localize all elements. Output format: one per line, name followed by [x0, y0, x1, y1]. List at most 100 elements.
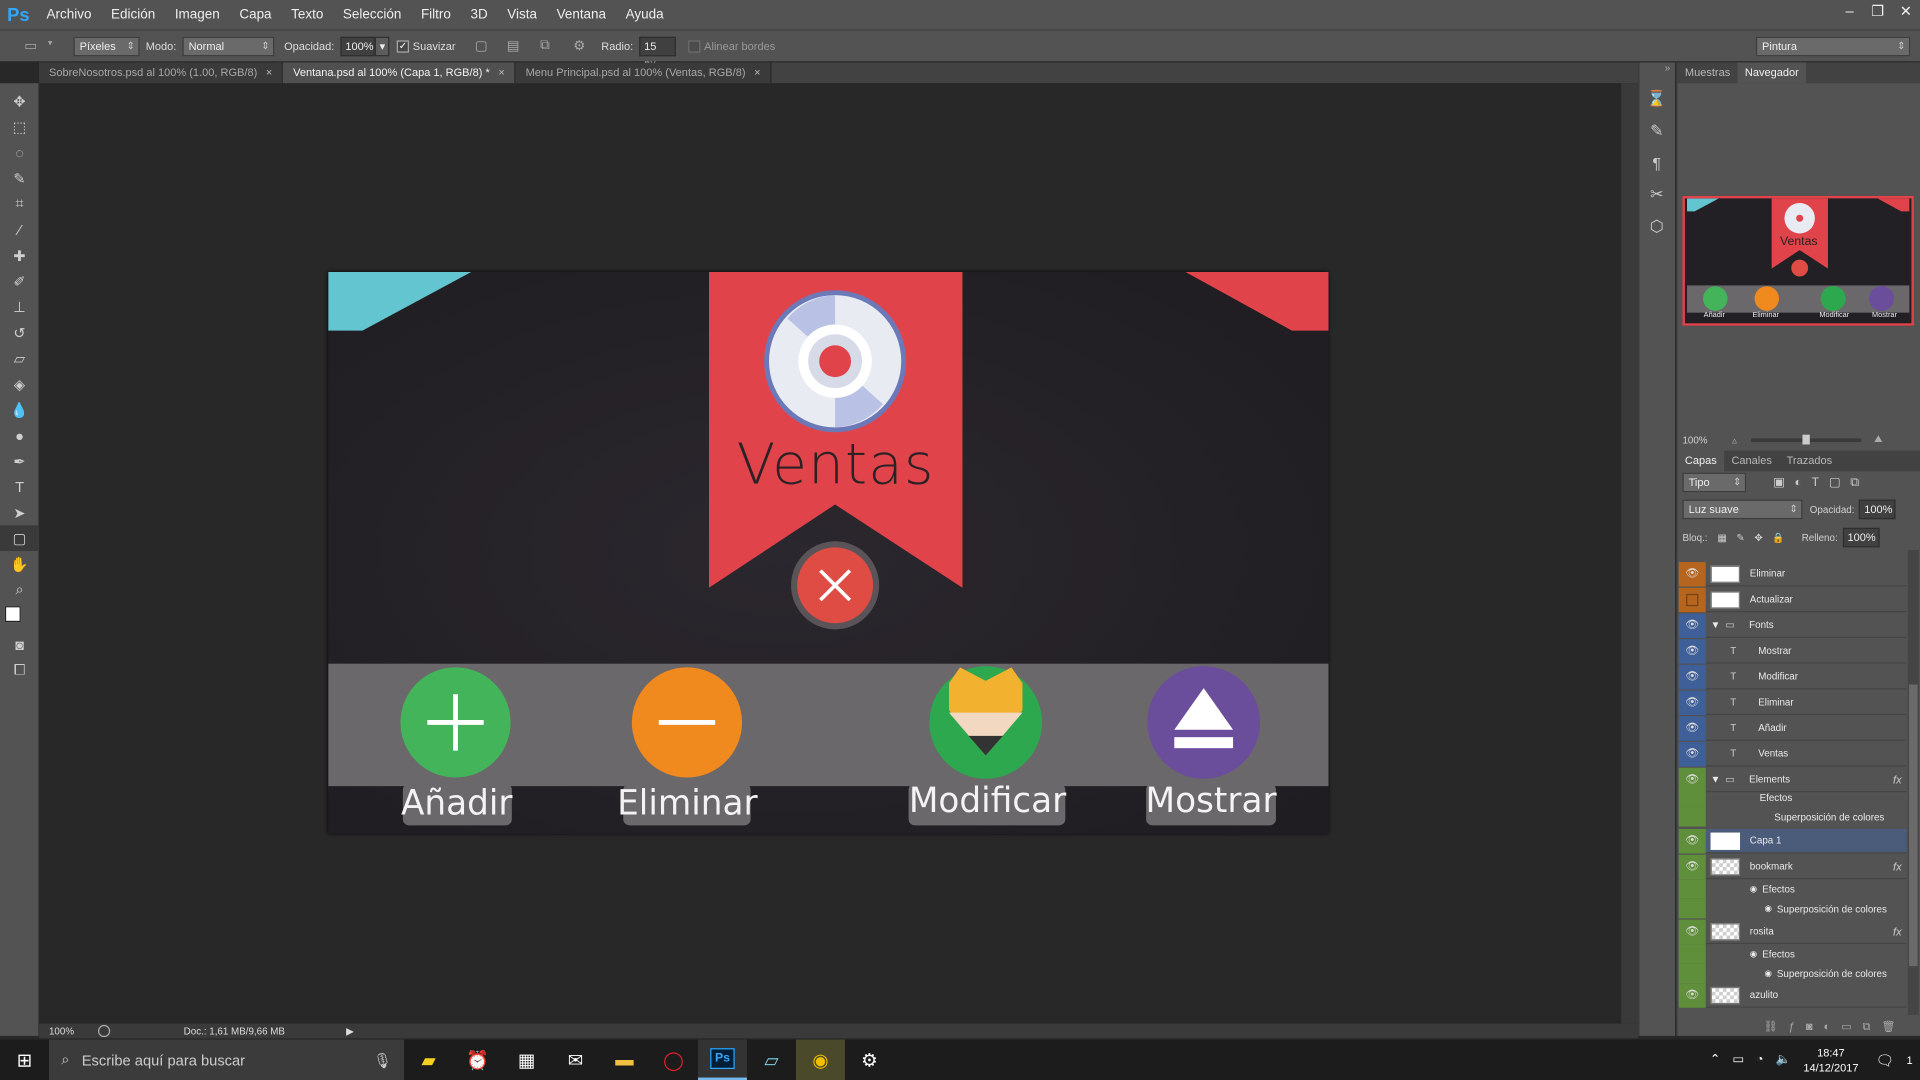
network-icon[interactable]: ◔ — [1756, 1053, 1763, 1066]
close-tab-icon[interactable]: × — [754, 62, 760, 83]
dodge-tool-icon[interactable]: ● — [0, 422, 39, 448]
canvas-vertical-scrollbar[interactable] — [1621, 83, 1639, 1024]
effect-eye-icon[interactable]: ◉ — [1750, 949, 1757, 959]
photoshop-taskbar-icon[interactable]: Ps — [697, 1039, 747, 1080]
blur-tool-icon[interactable]: 💧 — [0, 397, 39, 423]
document-canvas[interactable]: Ventas Añadir Eliminar Modificar Mostrar — [328, 271, 1329, 834]
hand-tool-icon[interactable]: ✋ — [0, 551, 39, 577]
effect-row[interactable]: ◉ Efectos — [1678, 879, 1907, 899]
menu-texto[interactable]: Texto — [281, 0, 333, 29]
tab-sobrenosotros[interactable]: SobreNosotros.psd al 100% (1.00, RGB/8) × — [39, 62, 284, 84]
path-select-tool-icon[interactable]: ➤ — [0, 500, 39, 526]
layer-row[interactable]: 👁 rosita fx — [1678, 918, 1907, 945]
eye-icon[interactable]: 👁 — [1678, 828, 1706, 853]
eye-icon[interactable]: 👁 — [1678, 638, 1706, 664]
slider-handle[interactable] — [1803, 434, 1811, 444]
eye-icon[interactable]: 👁 — [1678, 918, 1706, 944]
effect-eye-icon[interactable]: ◉ — [1750, 884, 1757, 894]
effect-row[interactable]: Efectos — [1678, 787, 1907, 807]
notifications-icon[interactable]: 🗨 — [1876, 1051, 1895, 1068]
eyedropper-tool-icon[interactable]: ⁄ — [0, 217, 39, 243]
navigator-thumbnail[interactable]: Ventas Añadir Eliminar Modificar Mostrar — [1682, 195, 1914, 326]
eye-icon[interactable]: 👁 — [1678, 741, 1706, 766]
eraser-tool-icon[interactable]: ▱ — [0, 345, 39, 371]
foreground-color-swatch[interactable] — [4, 606, 21, 623]
crop-tool-icon[interactable]: ⌗ — [0, 191, 39, 217]
3d-panel-icon[interactable]: ⬡ — [1640, 211, 1674, 243]
zoom-level[interactable]: 100% — [49, 1026, 93, 1037]
status-arrow-icon[interactable]: ▶ — [346, 1026, 354, 1037]
paint-bucket-tool-icon[interactable]: ◈ — [0, 371, 39, 397]
layer-row[interactable]: 👁 T Modificar — [1678, 664, 1907, 690]
rounded-rect-tool-preset-icon[interactable]: ▭ — [22, 37, 39, 54]
marquee-tool-icon[interactable]: ⬚ — [0, 114, 39, 140]
search-placeholder[interactable]: Escribe aquí para buscar — [82, 1051, 245, 1068]
fill-input[interactable]: 100% — [1842, 527, 1880, 548]
file-explorer-icon[interactable]: ▬ — [600, 1040, 649, 1080]
layer-row[interactable]: 👁 ▼ ▭ Fonts — [1678, 612, 1907, 638]
smooth-checkbox[interactable]: ✓ — [396, 39, 410, 53]
radius-input[interactable]: 15 px — [639, 36, 677, 69]
tab-canales[interactable]: Canales — [1724, 451, 1779, 472]
settings-gear-icon[interactable]: ⚙ — [845, 1040, 894, 1080]
tray-chevron-icon[interactable]: ⌃ — [1710, 1053, 1720, 1066]
app-icon[interactable]: ▱ — [747, 1040, 796, 1080]
tool-mode-select[interactable]: Píxeles — [73, 36, 140, 56]
microphone-icon[interactable]: 🎙 — [373, 1051, 392, 1068]
eye-icon[interactable]: 👁 — [1678, 690, 1706, 715]
effect-row[interactable]: ◉ Superposición de colores — [1678, 963, 1907, 984]
gear-icon[interactable]: ⚙ — [571, 37, 588, 54]
brush-tool-icon[interactable]: ✐ — [0, 268, 39, 294]
eye-icon[interactable]: 👁 — [1678, 715, 1706, 741]
type-tool-icon[interactable]: T — [0, 474, 39, 500]
path-align-icon[interactable]: ▤ — [505, 37, 522, 54]
navigator-zoom-value[interactable]: 100% — [1682, 434, 1707, 445]
opera-icon[interactable]: ◯ — [649, 1040, 698, 1080]
layer-row[interactable]: 👁 bookmark fx — [1678, 854, 1907, 880]
mode-select[interactable]: Normal — [182, 36, 275, 56]
menu-imagen[interactable]: Imagen — [165, 0, 230, 29]
tab-trazados[interactable]: Trazados — [1779, 451, 1839, 472]
layer-row[interactable]: 👁 azulito — [1678, 982, 1907, 1008]
path-arrange-icon[interactable]: ⧉ — [536, 37, 553, 54]
tab-capas[interactable]: Capas — [1677, 450, 1725, 472]
history-panel-icon[interactable]: ⌛ — [1640, 83, 1674, 115]
zoom-out-icon[interactable]: ▵ — [1732, 434, 1737, 445]
sticky-notes-icon[interactable]: ▰ — [404, 1040, 453, 1080]
layer-row[interactable]: Actualizar — [1678, 587, 1907, 613]
chevron-down-icon[interactable]: ▾ — [42, 37, 59, 54]
effect-row[interactable]: ◉ Efectos — [1678, 944, 1907, 964]
alarm-icon[interactable]: ⏰ — [453, 1040, 502, 1080]
zoom-tool-icon[interactable]: ⌕ — [0, 577, 39, 603]
status-info-icon[interactable] — [97, 1024, 111, 1038]
eye-icon[interactable]: 👁 — [1678, 982, 1706, 1008]
menu-3d[interactable]: 3D — [461, 0, 498, 29]
canvas-area[interactable]: Ventas Añadir Eliminar Modificar Mostrar — [39, 83, 1639, 1024]
eye-icon[interactable] — [1678, 587, 1706, 612]
quick-select-tool-icon[interactable]: ✎ — [0, 165, 39, 191]
clock[interactable]: 18:47 14/12/2017 — [1803, 1045, 1858, 1074]
collapse-icon[interactable]: » — [1640, 62, 1676, 83]
group-arrow-icon[interactable]: ▼ — [1711, 774, 1721, 785]
healing-brush-tool-icon[interactable]: ✚ — [0, 242, 39, 268]
workspace-select[interactable]: Pintura — [1755, 36, 1911, 56]
align-edges-checkbox[interactable] — [688, 39, 701, 53]
quick-mask-icon[interactable]: ◙ — [0, 632, 39, 658]
stamp-tool-icon[interactable]: ⊥ — [0, 294, 39, 320]
close-icon[interactable]: ✕ — [1892, 0, 1920, 22]
tab-navegador[interactable]: Navegador — [1737, 62, 1807, 84]
close-tab-icon[interactable]: × — [498, 62, 504, 83]
layer-row-selected[interactable]: 👁 Capa 1 — [1678, 828, 1907, 854]
opacity-dropdown-icon[interactable]: ▾ — [374, 36, 390, 56]
tab-menu-principal[interactable]: Menu Principal.psd al 100% (Ventas, RGB/… — [515, 62, 772, 84]
menu-ventana[interactable]: Ventana — [547, 0, 616, 29]
zoom-in-icon[interactable]: ⛰ — [1874, 433, 1882, 445]
opacity-input[interactable]: 100% — [340, 36, 375, 56]
history-brush-tool-icon[interactable]: ↺ — [0, 320, 39, 346]
menu-seleccion[interactable]: Selección — [333, 0, 411, 29]
layer-opacity-input[interactable]: 100% — [1859, 499, 1897, 520]
color-swatches[interactable] — [0, 602, 39, 631]
rounded-rect-tool-icon[interactable]: ▢ — [0, 525, 40, 552]
tab-ventana[interactable]: Ventana.psd al 100% (Capa 1, RGB/8) * × — [283, 62, 516, 84]
layer-row[interactable]: 👁 T Mostrar — [1678, 638, 1907, 664]
